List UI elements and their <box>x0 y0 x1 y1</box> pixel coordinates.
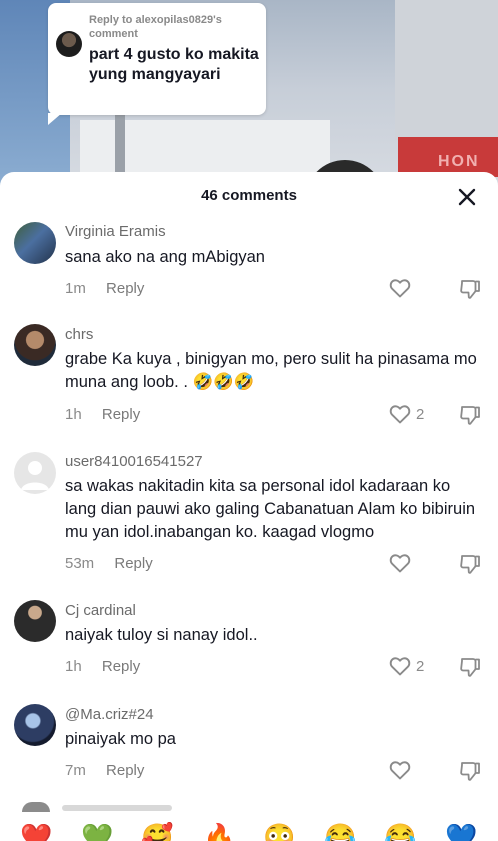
dislike-button[interactable] <box>458 759 482 783</box>
avatar[interactable] <box>14 704 56 746</box>
comment-meta: 7m Reply <box>65 762 144 779</box>
comment-text: sana ako na ang mAbigyan <box>65 248 265 266</box>
sticker-text: part 4 gusto ko makita yung mangyayari <box>89 46 259 83</box>
like-button[interactable] <box>388 551 428 577</box>
heart-icon <box>389 761 411 780</box>
heart-icon <box>389 279 411 298</box>
comment-text: sa wakas nakitadin kita sa personal idol… <box>65 477 476 541</box>
sticker-tail <box>48 113 62 125</box>
heart-icon <box>389 405 411 424</box>
reply-button[interactable]: Reply <box>106 280 144 297</box>
close-button[interactable] <box>455 185 479 209</box>
comment-meta: 1h Reply <box>65 658 140 675</box>
comment-meta: 53m Reply <box>65 555 153 572</box>
comment-text: pinaiyak mo pa <box>65 730 176 748</box>
reply-button[interactable]: Reply <box>114 555 152 572</box>
comment-time: 1h <box>65 406 82 423</box>
dislike-button[interactable] <box>458 552 482 576</box>
dislike-icon <box>460 762 480 781</box>
dislike-button[interactable] <box>458 403 482 427</box>
like-count: 2 <box>416 658 425 675</box>
video-wall <box>395 0 498 140</box>
emoji-fire[interactable]: 🔥 <box>203 822 235 841</box>
emoji-bar: ❤️ 💚 🥰 🔥 😳 😂 😂 💙 <box>0 802 498 841</box>
comment-time: 1h <box>65 658 82 675</box>
comment-time: 1m <box>65 280 86 297</box>
comment-meta: 1m Reply <box>65 280 144 297</box>
avatar[interactable] <box>14 324 56 366</box>
comment-username[interactable]: user8410016541527 <box>65 453 203 470</box>
comment-username[interactable]: Virginia Eramis <box>65 223 166 240</box>
like-count: 2 <box>416 406 425 423</box>
comment-text: naiyak tuloy si nanay idol.. <box>65 626 258 644</box>
avatar[interactable] <box>14 600 56 642</box>
comments-count-title: 46 comments <box>201 187 297 204</box>
comment-username[interactable]: @Ma.criz#24 <box>65 706 154 723</box>
comment-time: 53m <box>65 555 95 572</box>
avatar[interactable] <box>14 222 56 264</box>
next-comment-name-peek <box>62 805 172 811</box>
emoji-red-heart[interactable]: ❤️ <box>20 822 52 841</box>
comment-text: grabe Ka kuya , binigyan mo, pero sulit … <box>65 350 477 391</box>
comment-time: 7m <box>65 762 86 779</box>
emoji-flushed[interactable]: 😳 <box>263 822 295 841</box>
dislike-icon <box>460 280 480 299</box>
video-sign: HON <box>398 137 498 177</box>
like-button[interactable]: 2 <box>388 654 428 680</box>
comment-meta: 1h Reply <box>65 406 140 423</box>
dislike-button[interactable] <box>458 655 482 679</box>
like-button[interactable]: 2 <box>388 402 428 428</box>
sticker-avatar <box>56 31 82 57</box>
reply-button[interactable]: Reply <box>102 406 140 423</box>
heart-icon <box>389 554 411 573</box>
avatar[interactable] <box>14 452 56 494</box>
sticker-reply-to: Reply to alexopilas0829's comment <box>89 14 222 40</box>
like-button[interactable] <box>388 276 428 302</box>
emoji-blue-heart[interactable]: 💙 <box>445 822 477 841</box>
default-avatar-icon <box>21 461 49 490</box>
next-comment-avatar-peek <box>22 802 50 812</box>
close-icon <box>458 188 476 206</box>
emoji-laughing-2[interactable]: 😂 <box>384 822 416 841</box>
video-sign-text: HON <box>438 153 480 170</box>
dislike-icon <box>460 555 480 574</box>
reply-button[interactable]: Reply <box>102 658 140 675</box>
dislike-button[interactable] <box>458 277 482 301</box>
emoji-green-heart[interactable]: 💚 <box>81 822 113 841</box>
emoji-smiling-hearts[interactable]: 🥰 <box>141 822 173 841</box>
emoji-laughing[interactable]: 😂 <box>324 822 356 841</box>
dislike-icon <box>460 406 480 425</box>
dislike-icon <box>460 658 480 677</box>
reply-button[interactable]: Reply <box>106 762 144 779</box>
comment-username[interactable]: Cj cardinal <box>65 602 136 619</box>
comment-username[interactable]: chrs <box>65 326 93 343</box>
like-button[interactable] <box>388 758 428 784</box>
comments-sheet: 46 comments Virginia Eramis sana ako na … <box>0 172 498 841</box>
sheet-header: 46 comments <box>0 172 498 220</box>
heart-icon <box>389 657 411 676</box>
reply-sticker: Reply to alexopilas0829's comment part 4… <box>48 3 266 125</box>
